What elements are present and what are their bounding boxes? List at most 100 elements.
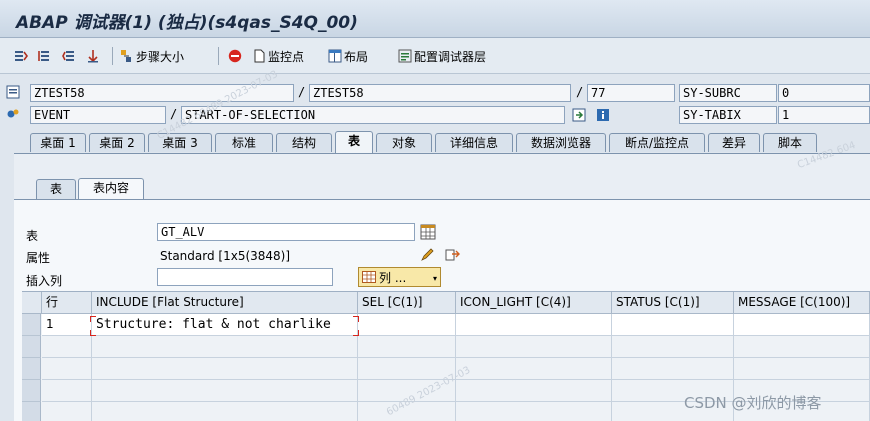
insert-column-input[interactable]: [157, 268, 333, 286]
sy-subrc-value[interactable]: 0: [778, 84, 870, 102]
grid-cell-status[interactable]: [612, 314, 734, 336]
continue-button[interactable]: [86, 47, 102, 65]
tab-diff[interactable]: 差异: [708, 133, 760, 152]
tab-structure[interactable]: 结构: [276, 133, 332, 152]
step-size-button[interactable]: 步骤大小: [120, 47, 184, 65]
tab-desktop-2[interactable]: 桌面 2: [89, 133, 145, 152]
config-icon: [398, 49, 412, 63]
grid-cell-icon-light[interactable]: [456, 314, 612, 336]
grid-cell-empty[interactable]: [42, 358, 92, 380]
grid-header-include[interactable]: INCLUDE [Flat Structure]: [92, 292, 358, 314]
grid-cell-empty[interactable]: [612, 336, 734, 358]
table-name-input[interactable]: GT_ALV: [157, 223, 415, 241]
grid-cell-empty[interactable]: [92, 402, 358, 421]
toolbar-separator: [112, 47, 113, 65]
grid-header-message[interactable]: MESSAGE [C(100)]: [734, 292, 870, 314]
return-button[interactable]: [62, 47, 78, 65]
watchpoint-label: 监控点: [268, 49, 305, 64]
grid-header-row[interactable]: 行: [42, 292, 92, 314]
sy-tabix-value[interactable]: 1: [778, 106, 870, 124]
focus-mark: [353, 316, 359, 322]
config-layer-label: 配置调试器层: [414, 49, 487, 64]
columns-button-label: 列 ...: [379, 270, 407, 285]
tab-script[interactable]: 脚本: [763, 133, 817, 152]
grid-cell-empty[interactable]: [358, 358, 456, 380]
tab-breakpoints[interactable]: 断点/监控点: [609, 133, 705, 152]
stop-button[interactable]: [228, 47, 244, 65]
grid-cell-empty[interactable]: [42, 336, 92, 358]
grid-cell-sel[interactable]: [358, 314, 456, 336]
event-name-field[interactable]: START-OF-SELECTION: [181, 106, 565, 124]
grid-cell-empty[interactable]: [42, 402, 92, 421]
grid-header-icon-light[interactable]: ICON_LIGHT [C(4)]: [456, 292, 612, 314]
tab-details[interactable]: 详细信息: [435, 133, 513, 152]
grid-cell-empty[interactable]: [42, 380, 92, 402]
context-row-event: EVENT / START-OF-SELECTION SY-TABIX 1: [0, 105, 870, 127]
export-icon[interactable]: [444, 246, 460, 262]
navigate-icon[interactable]: [572, 108, 586, 122]
tab-standard[interactable]: 标准: [215, 133, 273, 152]
grid-cell-empty[interactable]: [734, 358, 870, 380]
program-icon: [6, 85, 20, 99]
row-selector[interactable]: [22, 358, 41, 380]
tab-data-browser[interactable]: 数据浏览器: [516, 133, 606, 152]
step-into-icon: [15, 51, 28, 61]
attributes-label: 属性: [26, 251, 51, 265]
dropdown-icon: ▾: [432, 274, 437, 283]
grid-cell-empty[interactable]: [456, 402, 612, 421]
row-selector[interactable]: [22, 314, 41, 336]
grid-cell-empty[interactable]: [612, 358, 734, 380]
layout-label: 布局: [344, 49, 369, 64]
grid-corner: [22, 292, 42, 314]
grid-cell-empty[interactable]: [92, 336, 358, 358]
include-field[interactable]: ZTEST58: [309, 84, 571, 102]
layout-button[interactable]: 布局: [328, 47, 368, 65]
step-size-label: 步骤大小: [136, 49, 185, 64]
grid-cell-empty[interactable]: [92, 380, 358, 402]
tab-objects[interactable]: 对象: [376, 133, 432, 152]
table-view-icon[interactable]: [420, 224, 436, 240]
context-row-program: ZTEST58 / ZTEST58 / 77 SY-SUBRC 0: [0, 83, 870, 105]
step-over-button[interactable]: [38, 47, 54, 65]
tab-desktop-1[interactable]: 桌面 1: [30, 133, 86, 152]
subtab-table[interactable]: 表: [36, 179, 76, 199]
grid-cell-message[interactable]: [734, 314, 870, 336]
grid-cell-empty[interactable]: [358, 336, 456, 358]
config-layer-button[interactable]: 配置调试器层: [398, 47, 486, 65]
slash-separator: /: [298, 85, 306, 99]
watchpoint-button[interactable]: 监控点: [252, 47, 304, 65]
event-icon: [7, 109, 19, 118]
toolbar: 步骤大小 监控点 布局 配置调试器层: [0, 38, 870, 74]
slash-separator: /: [170, 107, 178, 121]
row-selector[interactable]: [22, 402, 41, 421]
slash-separator: /: [576, 85, 584, 99]
return-icon: [62, 51, 74, 61]
grid-cell-empty[interactable]: [456, 336, 612, 358]
columns-button[interactable]: 列 ... ▾: [358, 267, 441, 287]
step-over-icon: [38, 51, 49, 61]
main-tabstrip: 桌面 1 桌面 2 桌面 3 标准 结构 表 对象 详细信息 数据浏览器 断点/…: [0, 131, 870, 153]
edit-icon[interactable]: [420, 246, 436, 262]
grid-cell-empty[interactable]: [92, 358, 358, 380]
subtab-table-content[interactable]: 表内容: [78, 178, 144, 199]
line-field[interactable]: 77: [587, 84, 675, 102]
tab-table[interactable]: 表: [335, 131, 373, 153]
grid-cell-empty[interactable]: [456, 380, 612, 402]
table-label: 表: [26, 229, 39, 243]
title-bar: ABAP 调试器(1) (独占)(s4qas_S4Q_00): [0, 0, 870, 38]
grid-cell-row[interactable]: 1: [42, 314, 92, 336]
event-type-field[interactable]: EVENT: [30, 106, 166, 124]
grid-cell-empty[interactable]: [734, 336, 870, 358]
columns-icon: [362, 271, 376, 283]
grid-header-status[interactable]: STATUS [C(1)]: [612, 292, 734, 314]
grid-header-sel[interactable]: SEL [C(1)]: [358, 292, 456, 314]
row-selector[interactable]: [22, 380, 41, 402]
watchpoint-icon: [254, 49, 265, 63]
row-selector[interactable]: [22, 336, 41, 358]
focus-mark: [90, 316, 96, 322]
window-title: ABAP 调试器(1) (独占)(s4qas_S4Q_00): [16, 13, 358, 33]
step-into-button[interactable]: [14, 47, 30, 65]
grid-cell-include[interactable]: Structure: flat & not charlike: [92, 314, 358, 336]
info-icon[interactable]: [596, 108, 610, 122]
grid-cell-empty[interactable]: [456, 358, 612, 380]
